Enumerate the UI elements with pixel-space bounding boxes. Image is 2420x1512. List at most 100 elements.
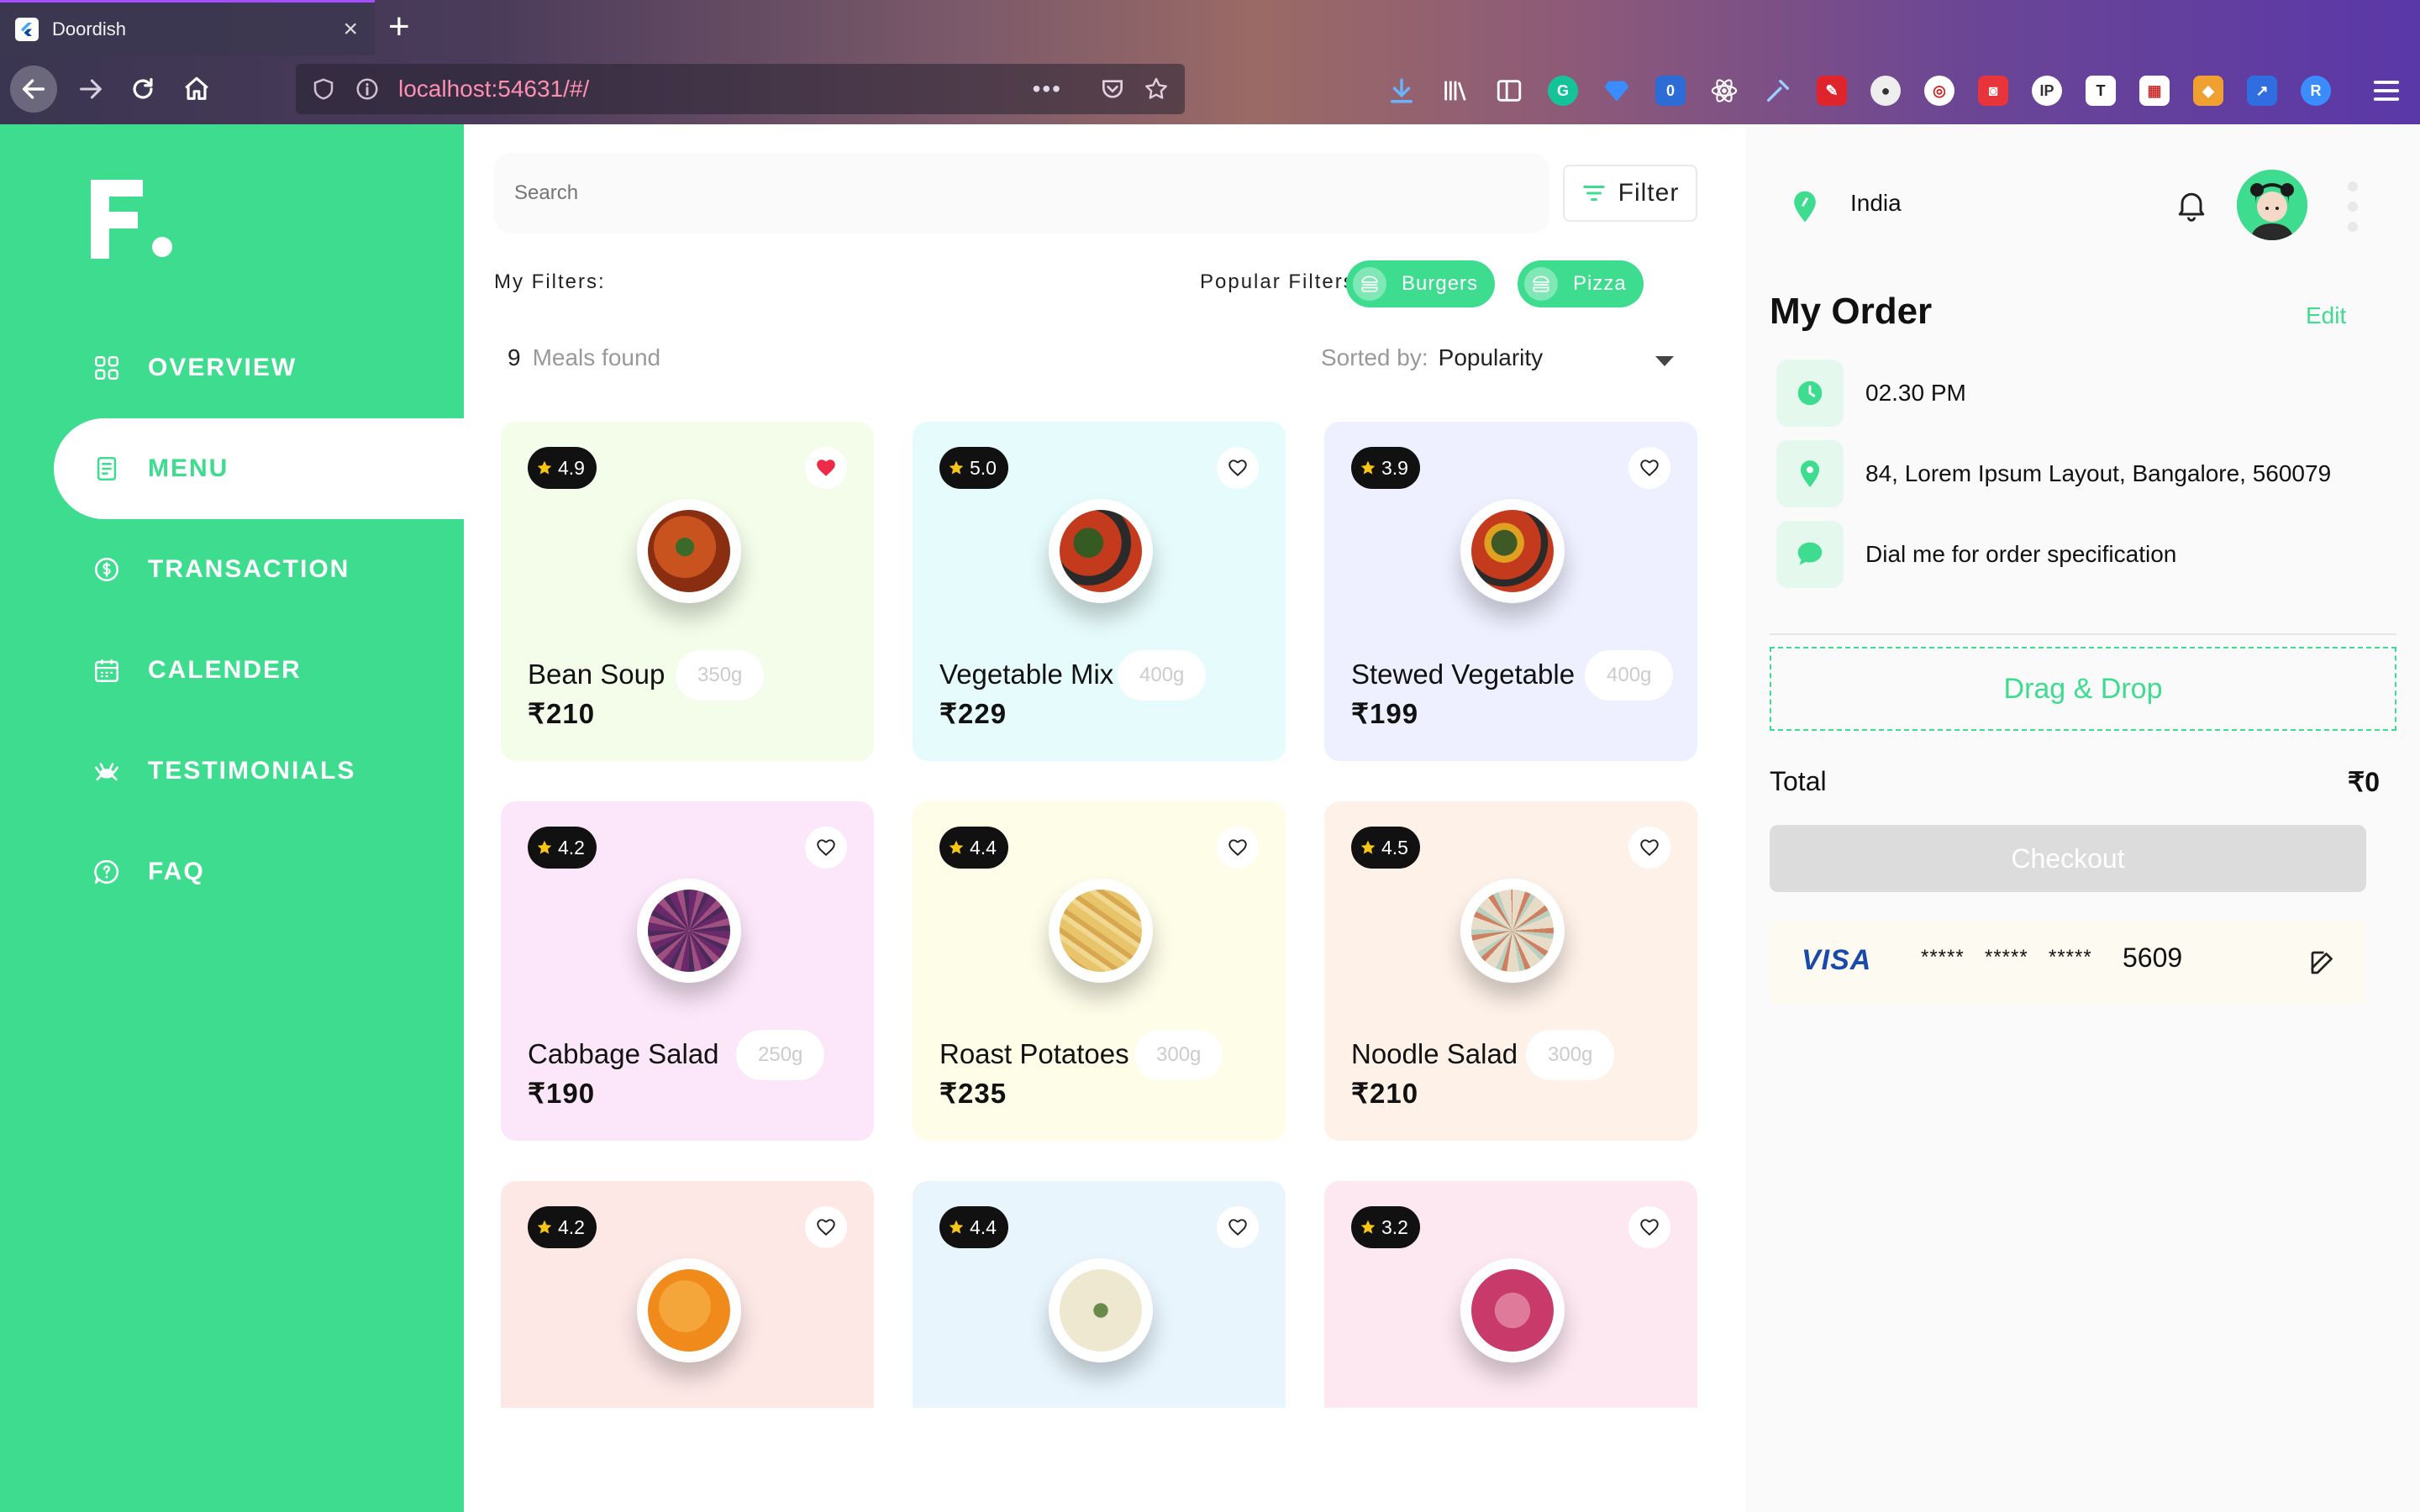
chevron-down-icon[interactable]	[1655, 356, 1674, 366]
r-icon[interactable]: R	[2301, 76, 2331, 106]
heart-outline-icon	[1228, 459, 1247, 476]
crab-icon	[94, 763, 119, 781]
favorite-button[interactable]	[1628, 1206, 1670, 1248]
favorite-button[interactable]	[1217, 827, 1259, 869]
order-time-row[interactable]: 02.30 PM	[1776, 360, 1966, 427]
meal-card[interactable]: 4.4 Roast Potatoes 300g ₹235	[913, 801, 1286, 1141]
drag-drop-zone[interactable]: Drag & Drop	[1770, 647, 2396, 731]
meal-card[interactable]: 4.4	[913, 1181, 1286, 1408]
favorite-button[interactable]	[1217, 1206, 1259, 1248]
ext-badge-icon[interactable]: 0	[1655, 76, 1686, 106]
star-icon	[537, 840, 552, 854]
order-note-row[interactable]: Dial me for order specification	[1776, 521, 2176, 588]
arrow-left-icon	[22, 79, 45, 99]
favorite-button[interactable]	[1217, 447, 1259, 489]
meal-card[interactable]: 3.2	[1324, 1181, 1697, 1408]
meal-card[interactable]: 4.2 Cabbage Salad 250g ₹190	[501, 801, 874, 1141]
calendar-ext-icon[interactable]: ▦	[2139, 76, 2170, 106]
rating-badge: 4.5	[1351, 827, 1420, 869]
order-address-row[interactable]: 84, Lorem Ipsum Layout, Bangalore, 56007…	[1776, 440, 2331, 507]
bookmark-star-icon[interactable]	[1143, 76, 1170, 102]
edit-order-link[interactable]: Edit	[2306, 302, 2346, 329]
favorite-button[interactable]	[805, 447, 847, 489]
food-image	[1049, 499, 1153, 603]
shield-icon[interactable]	[311, 76, 336, 102]
rating-value: 4.2	[558, 1215, 585, 1238]
order-note: Dial me for order specification	[1865, 541, 2177, 567]
camera-icon[interactable]: ◙	[1978, 76, 2008, 106]
page-actions-icon[interactable]: •••	[1033, 76, 1062, 102]
food-image	[1460, 1258, 1565, 1362]
order-time: 02.30 PM	[1865, 380, 1966, 406]
meal-card[interactable]: 4.2	[501, 1181, 874, 1408]
edit-icon[interactable]	[2307, 948, 2338, 978]
download-icon[interactable]	[1386, 76, 1417, 106]
sidebar-item-menu[interactable]: MENU	[54, 418, 464, 519]
library-icon[interactable]	[1440, 76, 1470, 106]
home-button[interactable]	[173, 66, 220, 113]
search-input[interactable]	[514, 181, 1549, 205]
more-options-icon[interactable]	[2344, 181, 2361, 232]
sidebar-toggle-icon[interactable]	[1494, 76, 1524, 106]
bell-icon[interactable]	[2173, 186, 2210, 223]
favorite-button[interactable]	[1628, 447, 1670, 489]
meal-card[interactable]: 5.0 Vegetable Mix 400g ₹229	[913, 422, 1286, 761]
location-text[interactable]: India	[1850, 190, 1902, 217]
total-label: Total	[1770, 766, 1827, 796]
analytics-icon[interactable]: ↗	[2247, 76, 2277, 106]
info-icon[interactable]	[355, 76, 380, 102]
sidebar-item-overview[interactable]: OVERVIEW	[0, 318, 464, 418]
url-text[interactable]: localhost:54631/#/	[398, 76, 1033, 102]
meal-card[interactable]: 4.9 Bean Soup 350g ₹210	[501, 422, 874, 761]
filter-button[interactable]: Filter	[1563, 165, 1697, 222]
target-icon[interactable]: ◎	[1924, 76, 1954, 106]
filter-chip-burgers[interactable]: Burgers	[1346, 260, 1496, 307]
forward-button[interactable]	[67, 66, 114, 113]
sort-dropdown[interactable]: Sorted by: Popularity	[1321, 344, 1543, 371]
pocket-icon[interactable]	[1099, 76, 1126, 102]
react-devtools-icon[interactable]	[1709, 76, 1739, 106]
meal-card[interactable]: 3.9 Stewed Vegetable 400g ₹199	[1324, 422, 1697, 761]
sidebar-item-transaction[interactable]: TRANSACTION	[0, 519, 464, 620]
address-bar[interactable]: localhost:54631/#/ •••	[296, 64, 1185, 114]
meal-card[interactable]: 4.5 Noodle Salad 300g ₹210	[1324, 801, 1697, 1141]
card-mask-group: *****	[2049, 946, 2092, 969]
new-tab-button[interactable]: +	[388, 7, 410, 47]
filter-chip-pizza[interactable]: Pizza	[1518, 260, 1644, 307]
favorite-button[interactable]	[805, 1206, 847, 1248]
filter-icon	[1582, 186, 1605, 201]
meal-name: Cabbage Salad	[528, 1038, 719, 1069]
red-pen-icon[interactable]: ✎	[1817, 76, 1847, 106]
checkout-button[interactable]: Checkout	[1770, 825, 2366, 892]
user-circle-icon[interactable]: ●	[1870, 76, 1901, 106]
chat-bubble-icon	[1776, 521, 1844, 588]
back-button[interactable]	[10, 66, 57, 113]
reload-button[interactable]	[119, 66, 166, 113]
card-mask-group: *****	[1921, 946, 1965, 969]
search-box[interactable]	[494, 153, 1549, 234]
payment-card[interactable]: VISA ***** ***** ***** 5609	[1770, 921, 2366, 1005]
user-avatar-icon	[2237, 170, 2307, 240]
grammarly-icon[interactable]: G	[1548, 76, 1578, 106]
sidebar-item-faq[interactable]: FAQ	[0, 822, 464, 922]
browser-tab[interactable]: Doordish ×	[0, 0, 375, 55]
close-tab-icon[interactable]: ×	[343, 16, 358, 42]
arrow-right-icon	[80, 79, 102, 99]
sidebar-item-testimonials[interactable]: TESTIMONIALS	[0, 721, 464, 822]
sorted-by-value[interactable]: Popularity	[1439, 344, 1544, 370]
avatar[interactable]	[2237, 170, 2307, 240]
eyedropper-icon[interactable]	[1763, 76, 1793, 106]
browser-chrome: Doordish × + localhost:54631/#/ ••• G 0 …	[0, 0, 2420, 124]
favorite-button[interactable]	[805, 827, 847, 869]
t-icon[interactable]: T	[2086, 76, 2116, 106]
favorite-button[interactable]	[1628, 827, 1670, 869]
location-pin-icon	[1794, 191, 1816, 223]
app-logo[interactable]	[91, 180, 175, 263]
ip-icon[interactable]: IP	[2032, 76, 2062, 106]
hamburger-menu-icon[interactable]	[2370, 74, 2403, 108]
diamond-extension-icon[interactable]	[1602, 76, 1632, 106]
cookie-icon[interactable]: ◆	[2193, 76, 2223, 106]
sidebar-item-calender[interactable]: CALENDER	[0, 620, 464, 721]
total-value: ₹0	[2347, 767, 2380, 797]
rating-badge: 4.2	[528, 1206, 597, 1248]
